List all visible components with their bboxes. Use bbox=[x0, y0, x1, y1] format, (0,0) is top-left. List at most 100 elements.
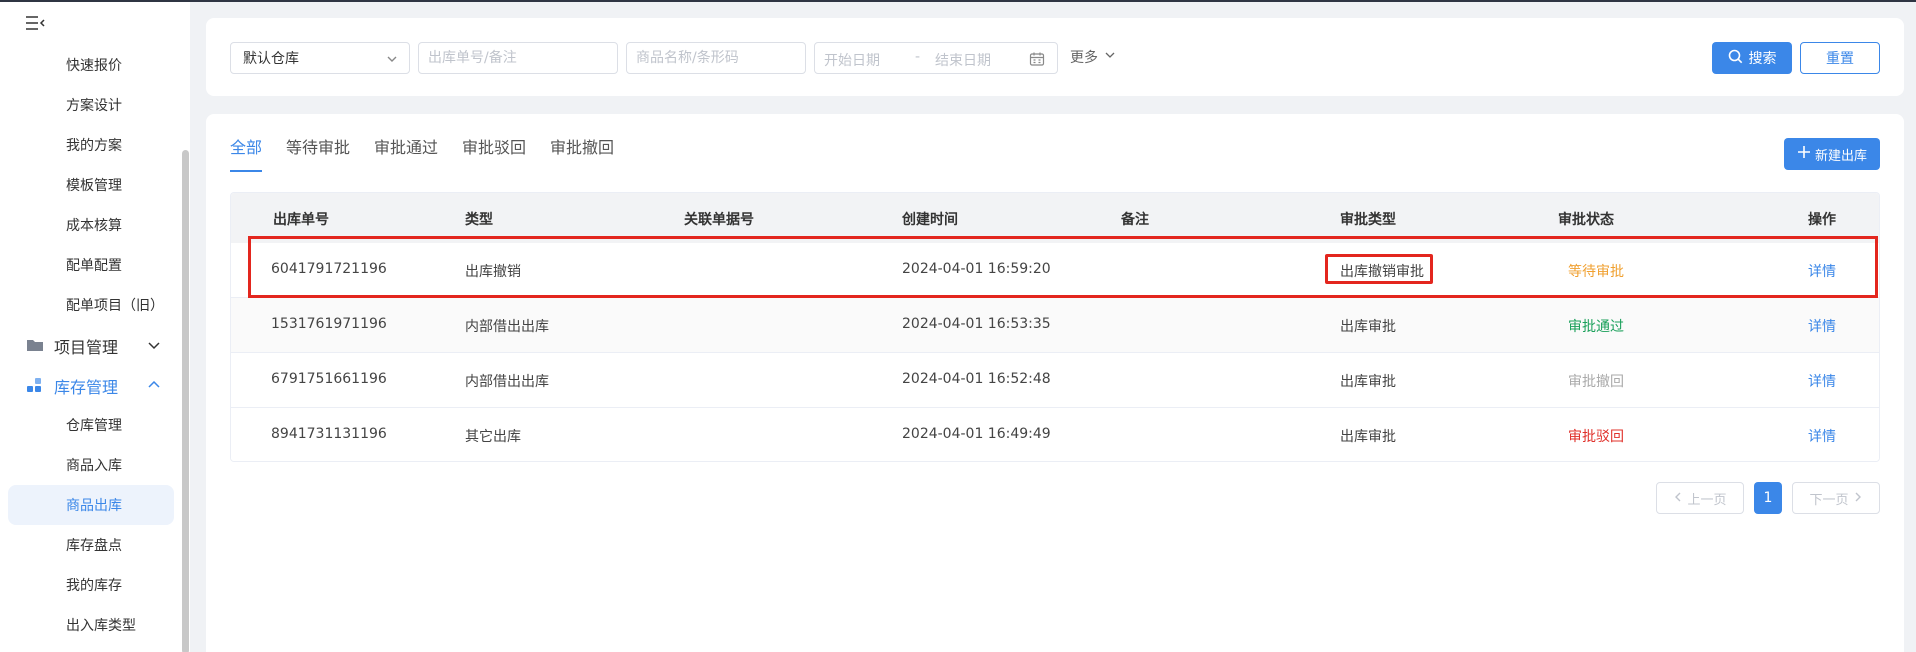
sidebar-item-label: 我的库存 bbox=[66, 578, 122, 594]
sidebar-item-goods-outbound[interactable]: 商品出库 bbox=[8, 485, 174, 525]
cell-approval-type: 出库审批 bbox=[1340, 429, 1396, 445]
new-outbound-button[interactable]: 新建出库 bbox=[1784, 138, 1880, 170]
sidebar-group-inventory-management[interactable]: 库存管理 bbox=[8, 365, 174, 405]
table-row: 6041791721196 出库撤销 2024-04-01 16:59:20 出… bbox=[231, 243, 1879, 298]
date-separator: - bbox=[915, 49, 921, 65]
cell-approval-status: 审批通过 bbox=[1568, 319, 1624, 335]
sidebar-item-label: 方案设计 bbox=[66, 98, 122, 114]
cell-approval-type: 出库审批 bbox=[1340, 319, 1396, 335]
filter-bar: 默认仓库 开始日期 - 结束日期 更多 搜索 重置 bbox=[206, 18, 1904, 96]
sidebar-item-label: 配单配置 bbox=[66, 258, 122, 274]
cell-created-time: 2024-04-01 16:53:35 bbox=[902, 316, 1051, 332]
end-date-field[interactable]: 结束日期 bbox=[935, 50, 991, 70]
cell-type: 内部借出出库 bbox=[465, 374, 549, 390]
more-label: 更多 bbox=[1070, 50, 1098, 66]
calendar-icon bbox=[1029, 51, 1045, 67]
chevron-down-icon bbox=[1104, 49, 1116, 65]
inventory-icon bbox=[26, 377, 44, 393]
warehouse-select-value: 默认仓库 bbox=[243, 51, 299, 67]
warehouse-select[interactable]: 默认仓库 bbox=[230, 42, 410, 74]
prev-page-label: 上一页 bbox=[1687, 492, 1727, 508]
plus-icon bbox=[1797, 145, 1811, 163]
page-number-button[interactable]: 1 bbox=[1754, 482, 1782, 514]
sidebar-scrollbar[interactable] bbox=[182, 150, 189, 652]
outbound-list-panel: 全部 等待审批 审批通过 审批驳回 审批撤回 新建出库 出库单号 类型 关联单据… bbox=[206, 114, 1904, 652]
sidebar-item-label: 成本核算 bbox=[66, 218, 122, 234]
cell-approval-type: 出库审批 bbox=[1340, 374, 1396, 390]
cell-order-no: 6791751661196 bbox=[271, 371, 387, 387]
chevron-right-icon bbox=[1853, 491, 1863, 506]
search-button[interactable]: 搜索 bbox=[1712, 42, 1792, 74]
detail-link[interactable]: 详情 bbox=[1808, 426, 1836, 446]
tab-approved[interactable]: 审批通过 bbox=[374, 134, 438, 158]
tab-all[interactable]: 全部 bbox=[230, 134, 262, 158]
new-outbound-button-label: 新建出库 bbox=[1814, 148, 1867, 164]
tab-rejected[interactable]: 审批驳回 bbox=[462, 134, 526, 158]
sidebar-item-templates[interactable]: 模板管理 bbox=[8, 165, 174, 205]
cell-approval-status: 审批撤回 bbox=[1568, 374, 1624, 390]
sidebar-item-label: 商品入库 bbox=[66, 458, 122, 474]
cell-type: 内部借出出库 bbox=[465, 319, 549, 335]
cell-created-time: 2024-04-01 16:49:49 bbox=[902, 426, 1051, 442]
detail-link[interactable]: 详情 bbox=[1808, 261, 1836, 281]
sidebar-item-label: 配单项目（旧） bbox=[66, 298, 164, 314]
detail-link[interactable]: 详情 bbox=[1808, 316, 1836, 336]
sidebar-item-io-types[interactable]: 出入库类型 bbox=[8, 605, 174, 645]
cell-type: 出库撤销 bbox=[465, 264, 521, 280]
sidebar-item-label: 我的方案 bbox=[66, 138, 122, 154]
detail-link[interactable]: 详情 bbox=[1808, 371, 1836, 391]
active-tab-indicator bbox=[230, 170, 262, 172]
search-icon bbox=[1728, 49, 1743, 68]
prev-page-button[interactable]: 上一页 bbox=[1656, 482, 1744, 514]
column-header-approval-type: 审批类型 bbox=[1340, 212, 1396, 228]
cell-created-time: 2024-04-01 16:59:20 bbox=[902, 261, 1051, 277]
more-filters-toggle[interactable]: 更多 bbox=[1070, 46, 1116, 68]
outbound-table: 出库单号 类型 关联单据号 创建时间 备注 审批类型 审批状态 操作 60417… bbox=[230, 192, 1880, 462]
start-date-field[interactable]: 开始日期 bbox=[824, 50, 880, 70]
next-page-button[interactable]: 下一页 bbox=[1792, 482, 1880, 514]
top-border bbox=[0, 0, 1916, 2]
reset-button[interactable]: 重置 bbox=[1800, 42, 1880, 74]
sidebar-item-order-project-old[interactable]: 配单项目（旧） bbox=[8, 285, 174, 325]
chevron-left-icon bbox=[1673, 491, 1683, 506]
chevron-down-icon bbox=[146, 337, 162, 353]
date-range-picker[interactable]: 开始日期 - 结束日期 bbox=[814, 42, 1058, 74]
tab-pending[interactable]: 等待审批 bbox=[286, 134, 350, 158]
order-no-input[interactable] bbox=[418, 42, 618, 74]
chevron-up-icon bbox=[146, 377, 162, 393]
sidebar-group-project-management[interactable]: 项目管理 bbox=[8, 325, 174, 365]
sidebar-item-plan-design[interactable]: 方案设计 bbox=[8, 85, 174, 125]
sidebar-item-quick-quote[interactable]: 快速报价 bbox=[8, 45, 174, 85]
sidebar-item-label: 仓库管理 bbox=[66, 418, 122, 434]
table-row: 8941731131196 其它出库 2024-04-01 16:49:49 出… bbox=[231, 408, 1879, 461]
sidebar-item-cost-accounting[interactable]: 成本核算 bbox=[8, 205, 174, 245]
table-header: 出库单号 类型 关联单据号 创建时间 备注 审批类型 审批状态 操作 bbox=[231, 193, 1879, 243]
sidebar-item-order-config[interactable]: 配单配置 bbox=[8, 245, 174, 285]
sidebar-item-stock-check[interactable]: 库存盘点 bbox=[8, 525, 174, 565]
sidebar-item-label: 模板管理 bbox=[66, 178, 122, 194]
menu-collapse-icon[interactable] bbox=[24, 14, 46, 32]
sidebar-item-goods-inbound[interactable]: 商品入库 bbox=[8, 445, 174, 485]
sidebar-group-label: 项目管理 bbox=[54, 338, 119, 357]
reset-button-label: 重置 bbox=[1826, 51, 1854, 67]
cell-approval-status: 等待审批 bbox=[1568, 264, 1624, 280]
cell-order-no: 1531761971196 bbox=[271, 316, 387, 332]
product-input[interactable] bbox=[626, 42, 806, 74]
column-header-approval-status: 审批状态 bbox=[1558, 212, 1614, 228]
sidebar-item-warehouse-management[interactable]: 仓库管理 bbox=[8, 405, 174, 445]
column-header-note: 备注 bbox=[1121, 212, 1149, 228]
cell-approval-status: 审批驳回 bbox=[1568, 429, 1624, 445]
table-row: 6791751661196 内部借出出库 2024-04-01 16:52:48… bbox=[231, 353, 1879, 408]
sidebar-item-label: 快速报价 bbox=[66, 58, 122, 74]
column-header-created-time: 创建时间 bbox=[902, 212, 958, 228]
sidebar-item-my-plans[interactable]: 我的方案 bbox=[8, 125, 174, 165]
tab-withdrawn[interactable]: 审批撤回 bbox=[550, 134, 614, 158]
table-row: 1531761971196 内部借出出库 2024-04-01 16:53:35… bbox=[231, 298, 1879, 353]
cell-order-no: 6041791721196 bbox=[271, 261, 387, 277]
column-header-type: 类型 bbox=[465, 212, 493, 228]
sidebar-item-my-inventory[interactable]: 我的库存 bbox=[8, 565, 174, 605]
cell-order-no: 8941731131196 bbox=[271, 426, 387, 442]
cell-approval-type: 出库撤销审批 bbox=[1340, 264, 1424, 280]
column-header-order-no: 出库单号 bbox=[273, 212, 329, 228]
sidebar-group-label: 库存管理 bbox=[54, 378, 119, 397]
